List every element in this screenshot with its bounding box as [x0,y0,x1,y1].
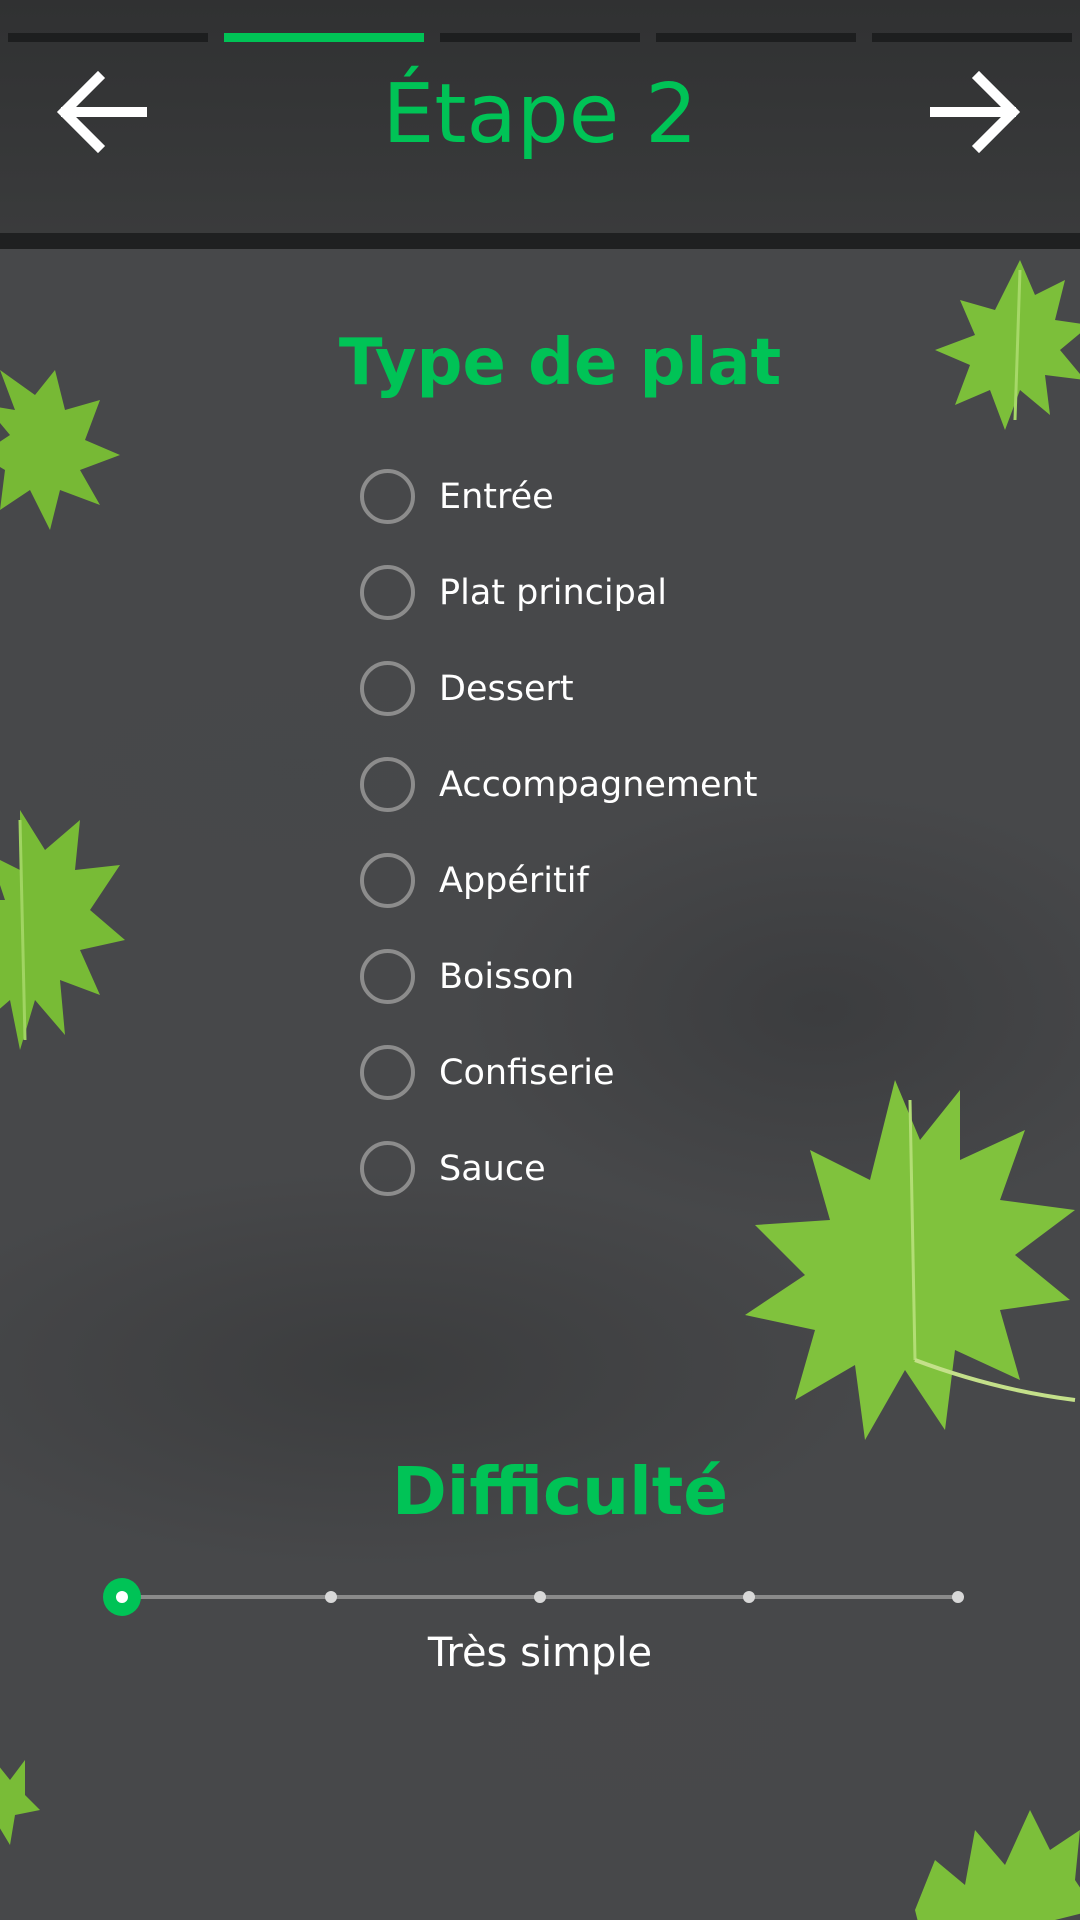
dish-type-heading: Type de plat [338,326,782,400]
step-progress-indicator [8,33,1072,42]
radio-option-dessert[interactable]: Dessert [358,658,878,754]
dish-type-radio-group: Entrée Plat principal Dessert Accompagne… [358,466,878,1234]
parsley-leaf-bottom-right [915,1810,1080,1920]
header-divider [0,233,1080,249]
slider-tick-5[interactable] [952,1591,964,1603]
radio-button[interactable] [360,1141,415,1196]
radio-button[interactable] [360,661,415,716]
radio-option-confiserie[interactable]: Confiserie [358,1042,878,1138]
difficulty-slider[interactable] [100,1575,980,1619]
step-segment-4 [656,33,856,42]
radio-button[interactable] [360,949,415,1004]
parsley-leaf-left-middle [0,810,125,1050]
slider-thumb[interactable] [103,1578,141,1616]
arrow-right-icon [930,70,1021,154]
radio-label: Boisson [439,957,575,997]
parsley-leaf-bottom-left [0,1760,40,1845]
app-screen: Étape 2 Type de plat Entrée Plat princip… [0,0,1080,1920]
radio-button[interactable] [360,1045,415,1100]
arrow-left-icon [56,70,147,154]
difficulty-value-label: Très simple [427,1630,653,1676]
radio-label: Confiserie [439,1053,615,1093]
radio-option-plat-principal[interactable]: Plat principal [358,562,878,658]
radio-option-entree[interactable]: Entrée [358,466,878,562]
step-segment-2 [224,33,424,42]
radio-option-sauce[interactable]: Sauce [358,1138,878,1234]
radio-button[interactable] [360,853,415,908]
radio-label: Accompagnement [439,765,758,805]
radio-button[interactable] [360,757,415,812]
next-button[interactable] [915,52,1035,172]
back-button[interactable] [42,52,162,172]
radio-option-apperitif[interactable]: Appéritif [358,850,878,946]
radio-label: Plat principal [439,573,667,613]
parsley-leaf-left-top [0,370,120,530]
radio-button[interactable] [360,469,415,524]
radio-label: Dessert [439,669,574,709]
header-bar: Étape 2 [0,0,1080,233]
step-segment-3 [440,33,640,42]
radio-option-accompagnement[interactable]: Accompagnement [358,754,878,850]
slider-tick-2[interactable] [325,1591,337,1603]
slider-tick-4[interactable] [743,1591,755,1603]
radio-label: Entrée [439,477,554,517]
radio-button[interactable] [360,565,415,620]
radio-label: Sauce [439,1149,546,1189]
slider-tick-3[interactable] [534,1591,546,1603]
page-title: Étape 2 [382,67,698,162]
step-segment-5 [872,33,1072,42]
radio-label: Appéritif [439,861,589,901]
step-segment-1 [8,33,208,42]
radio-option-boisson[interactable]: Boisson [358,946,878,1042]
parsley-leaf-top-right [935,260,1080,430]
difficulty-heading: Difficulté [391,1453,729,1530]
